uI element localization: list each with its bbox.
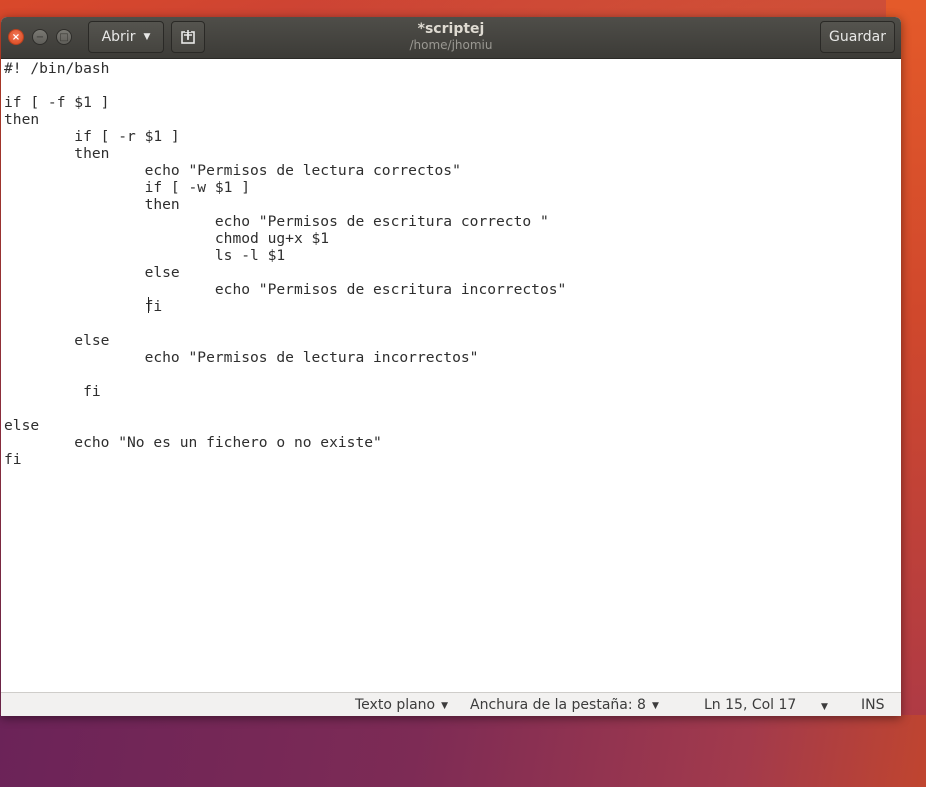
close-window-button[interactable]: × — [8, 29, 24, 45]
language-selector[interactable]: Texto plano ▼ — [355, 696, 448, 715]
code-line: if [ -f $1 ] — [4, 94, 110, 111]
cursor-position[interactable]: Ln 15, Col 17 — [704, 696, 796, 714]
code-line: if [ -r $1 ] — [4, 128, 180, 145]
code-line: echo "Permisos de escritura correcto " — [4, 213, 549, 230]
open-button-label: Abrir — [101, 29, 136, 45]
code-line: #! /bin/bash — [4, 60, 110, 77]
code-line: else — [4, 332, 110, 349]
text-cursor — [148, 297, 149, 313]
save-button[interactable]: Guardar — [820, 21, 895, 53]
code-line: echo "Permisos de lectura incorrectos" — [4, 349, 479, 366]
code-line: fi — [4, 383, 101, 400]
desktop-wallpaper-bottom — [0, 715, 926, 787]
code-line: chmod ug+x $1 — [4, 230, 330, 247]
status-bar: Texto plano ▼ Anchura de la pestaña: 8 ▼ L… — [1, 692, 901, 716]
save-button-label: Guardar — [828, 29, 887, 45]
gedit-window: × − □ Abrir ▼ *scriptej /home/jhomiu Gua… — [1, 17, 901, 716]
code-line: echo "Permisos de lectura correctos" — [4, 162, 461, 179]
header-bar[interactable]: × − □ Abrir ▼ *scriptej /home/jhomiu Gua… — [1, 17, 901, 59]
code-line: fi — [4, 298, 163, 315]
code-line: then — [4, 196, 180, 213]
insert-mode-indicator[interactable]: INS — [861, 696, 885, 714]
chevron-down-icon: ▼ — [651, 701, 659, 711]
open-button[interactable]: Abrir ▼ — [88, 21, 164, 53]
new-document-button[interactable] — [171, 21, 205, 53]
cursor-position-label: Ln 15, Col 17 — [704, 697, 797, 713]
language-label: Texto plano — [355, 697, 436, 713]
code-line: else — [4, 264, 180, 281]
minimize-window-button[interactable]: − — [32, 29, 48, 45]
code-line: else — [4, 417, 40, 434]
tab-width-selector[interactable]: Anchura de la pestaña: 8 ▼ — [470, 696, 659, 715]
chevron-down-icon[interactable]: ▼ — [821, 698, 828, 716]
title-block: *scriptej /home/jhomiu — [301, 21, 601, 52]
new-tab-icon — [181, 30, 195, 44]
code-line: then — [4, 111, 40, 128]
code-line: echo "No es un fichero o no existe" — [4, 434, 382, 451]
code-line: echo "Permisos de escritura incorrectos" — [4, 281, 567, 298]
maximize-window-button[interactable]: □ — [56, 29, 72, 45]
code-view[interactable]: #! /bin/bash if [ -f $1 ] then if [ -r $1 … — [1, 60, 901, 468]
code-line: if [ -w $1 ] — [4, 179, 251, 196]
text-editor-area[interactable]: #! /bin/bash if [ -f $1 ] then if [ -r $1 … — [1, 59, 901, 692]
document-path: /home/jhomiu — [409, 38, 493, 52]
code-line: ls -l $1 — [4, 247, 286, 264]
tab-width-label: Anchura de la pestaña: 8 — [470, 697, 646, 713]
document-title: *scriptej — [417, 21, 485, 37]
code-line: then — [4, 145, 110, 162]
code-line: fi — [4, 451, 22, 468]
chevron-down-icon: ▼ — [143, 32, 151, 42]
chevron-down-icon: ▼ — [441, 701, 449, 711]
